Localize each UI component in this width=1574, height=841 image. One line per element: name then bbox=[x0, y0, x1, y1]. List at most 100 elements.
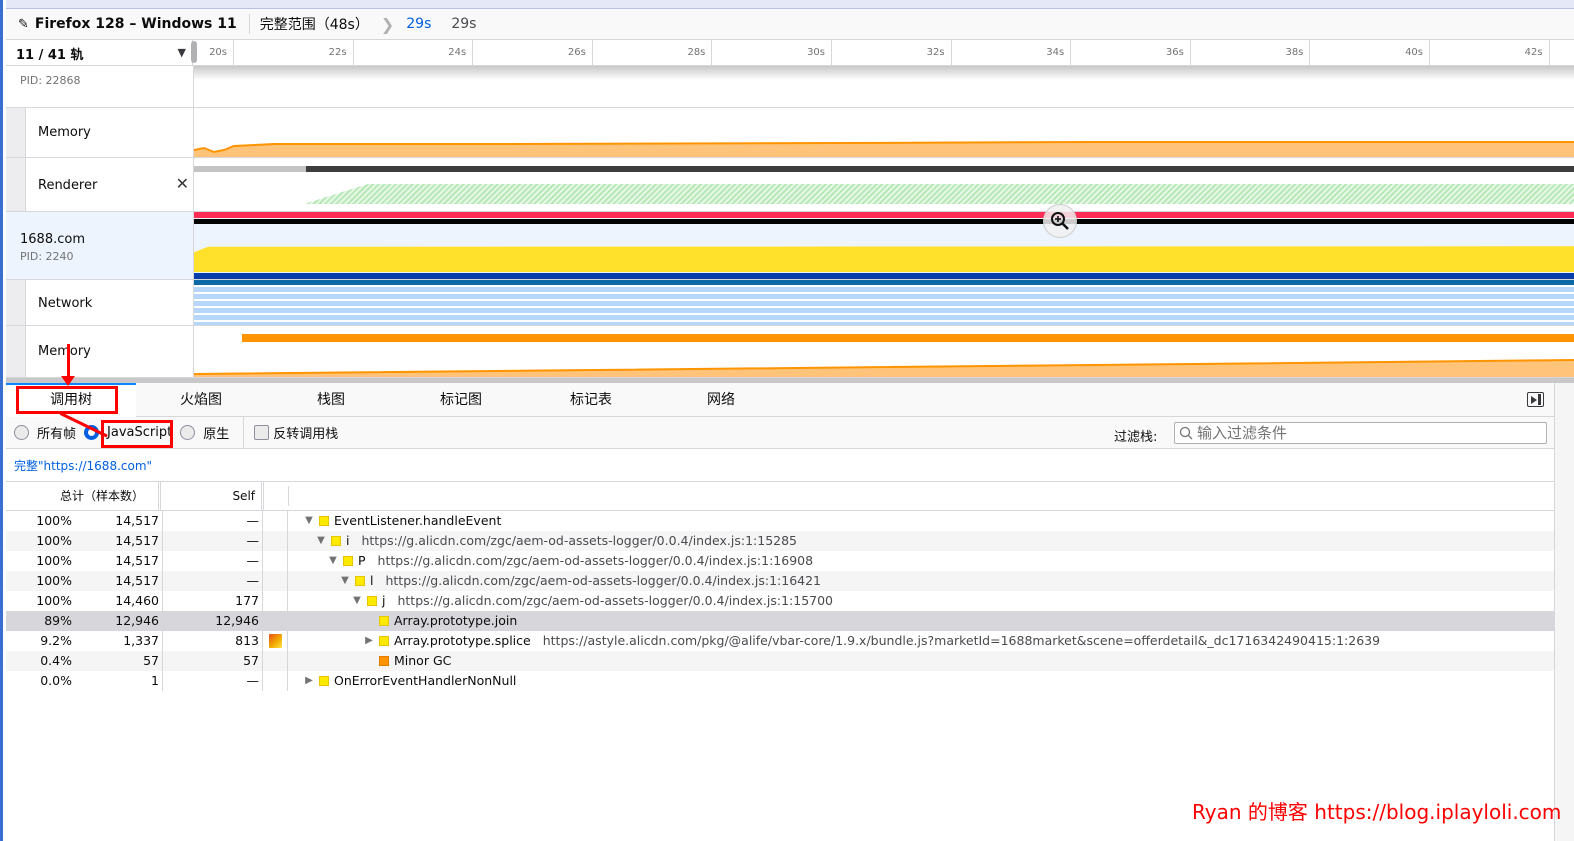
call-tree-row[interactable]: 0.4% 57 57 Minor GC bbox=[6, 651, 1554, 671]
collapsed-triangle-icon[interactable]: ▶ bbox=[303, 671, 315, 691]
filter-stack-field[interactable] bbox=[1174, 422, 1547, 444]
renderer-graph[interactable] bbox=[194, 158, 1574, 211]
self-samples: 813 bbox=[162, 631, 259, 651]
tab-network[interactable]: 网络 bbox=[656, 383, 786, 417]
track-network[interactable]: Network bbox=[6, 280, 1574, 326]
category-swatch-icon bbox=[331, 536, 341, 546]
function-url: https://g.alicdn.com/zgc/aem-od-assets-l… bbox=[397, 593, 834, 608]
renderer-idle-bar bbox=[194, 166, 306, 172]
call-tree-row[interactable]: 9.2% 1,337 813 ▶ Array.prototype.splice https… bbox=[6, 631, 1554, 651]
call-tree-row[interactable]: 89% 12,946 12,946 Array.prototype.join bbox=[6, 611, 1554, 631]
function-name: j bbox=[382, 593, 386, 608]
column-total: 总计（样本数） bbox=[6, 482, 161, 510]
track-renderer[interactable]: Renderer ✕ bbox=[6, 158, 1574, 212]
call-tree-settings: 所有帧 JavaScript 原生 反转调用栈 过滤栈: bbox=[6, 416, 1554, 449]
js-activity-area bbox=[194, 246, 1574, 272]
category-swatch-icon bbox=[355, 576, 365, 586]
total-samples: 1 bbox=[151, 673, 159, 688]
icon-cell bbox=[262, 531, 288, 551]
track-label[interactable]: 1688.com PID: 2240 bbox=[6, 212, 194, 279]
tab-stack-chart[interactable]: 栈图 bbox=[266, 383, 396, 417]
track-indent bbox=[6, 280, 26, 325]
profile-name-button[interactable]: ✎ Firefox 128 – Windows 11 bbox=[6, 14, 250, 34]
sidebar-toggle-button[interactable] bbox=[1527, 392, 1544, 407]
invert-call-stack-checkbox[interactable]: 反转调用栈 bbox=[254, 423, 338, 442]
column-self: Self bbox=[164, 482, 264, 510]
time-tick: 24s bbox=[413, 40, 474, 66]
memory-graph[interactable] bbox=[194, 108, 1574, 157]
tab-flame-graph[interactable]: 火焰图 bbox=[136, 383, 266, 417]
total-percent: 100% bbox=[36, 553, 72, 568]
track-label[interactable]: GPU Process PID: 22868 bbox=[6, 66, 194, 107]
radio-circle[interactable] bbox=[180, 425, 196, 440]
self-samples: 12,946 bbox=[162, 611, 259, 631]
filter-label: 过滤栈: bbox=[1114, 430, 1158, 445]
function-name: i bbox=[346, 533, 350, 548]
close-icon[interactable]: ✕ bbox=[176, 174, 189, 193]
track-name: Network bbox=[38, 296, 93, 311]
function-cell: ▶ Array.prototype.splice https://astyle.al… bbox=[289, 631, 1380, 651]
radio-native[interactable]: 原生 bbox=[180, 423, 229, 442]
function-url: https://g.alicdn.com/zgc/aem-od-assets-l… bbox=[361, 533, 798, 548]
expanded-triangle-icon[interactable]: ▼ bbox=[351, 591, 363, 611]
icon-cell bbox=[262, 671, 288, 691]
function-name: Array.prototype.splice bbox=[394, 633, 531, 648]
breadcrumb-full-range[interactable]: 完整范围（48s） bbox=[250, 14, 379, 34]
icon-cell bbox=[262, 651, 288, 671]
network-graph[interactable] bbox=[194, 280, 1574, 325]
track-name: 1688.com bbox=[20, 232, 85, 247]
call-tree-breadcrumb[interactable]: 完整"https://1688.com" bbox=[14, 457, 152, 474]
expanded-triangle-icon[interactable]: ▼ bbox=[315, 531, 327, 551]
self-samples: — bbox=[162, 551, 259, 571]
radio-circle[interactable] bbox=[14, 425, 29, 440]
track-label[interactable]: Memory bbox=[26, 108, 194, 157]
sidebar-open-icon bbox=[1531, 395, 1537, 404]
track-name: GPU Process bbox=[20, 66, 101, 69]
radio-all-frames[interactable]: 所有帧 bbox=[14, 423, 76, 442]
magnifier-plus-icon bbox=[1051, 212, 1069, 230]
call-tree-row[interactable]: 100% 14,517— ▼ EventListener.handleEvent bbox=[6, 511, 1554, 531]
function-cell: ▼ j https://g.alicdn.com/zgc/aem-od-assets… bbox=[289, 591, 833, 611]
details-panel: 调用树 火焰图 栈图 标记图 标记表 网络 所有帧 JavaScript 原生 bbox=[6, 383, 1554, 841]
function-url: https://astyle.alicdn.com/pkg/@alife/vba… bbox=[542, 633, 1381, 648]
track-label[interactable]: Network bbox=[26, 280, 194, 325]
tab-marker-table[interactable]: 标记表 bbox=[526, 383, 656, 417]
call-tree-row[interactable]: 100% 14,460 177 ▼ j https://g.alicdn.com/zgc/… bbox=[6, 591, 1554, 611]
memory-graph-2[interactable] bbox=[194, 326, 1574, 377]
annotation-arrow-line bbox=[67, 344, 70, 378]
track-memory-2[interactable]: Memory bbox=[6, 326, 1574, 378]
search-icon bbox=[1179, 426, 1193, 440]
filter-stack-input[interactable] bbox=[1197, 424, 1537, 442]
call-tree-header: 总计（样本数） Self bbox=[6, 481, 1554, 511]
track-1688-com[interactable]: 1688.com PID: 2240 bbox=[6, 212, 1574, 280]
total-percent: 100% bbox=[36, 573, 72, 588]
breadcrumb-range-29s[interactable]: 29s bbox=[396, 16, 441, 32]
track-memory[interactable]: Memory bbox=[6, 108, 1574, 158]
total-samples: 14,517 bbox=[115, 553, 159, 568]
call-tree-row[interactable]: 100% 14,517— ▼ l https://g.alicdn.com/zgc/ae… bbox=[6, 571, 1554, 591]
collapsed-triangle-icon[interactable]: ▶ bbox=[363, 631, 375, 651]
timeline-shadow bbox=[194, 66, 1574, 80]
track-pid: PID: 2240 bbox=[20, 250, 74, 263]
call-tree-row[interactable]: 100% 14,517— ▼ Phttps://g.alicdn.com/zgc/ae… bbox=[6, 551, 1554, 571]
time-tick: 34s bbox=[1011, 40, 1072, 66]
time-tick: 36s bbox=[1131, 40, 1191, 66]
memory-graph-svg bbox=[194, 141, 1574, 157]
expanded-triangle-icon[interactable]: ▼ bbox=[303, 511, 315, 531]
track-label[interactable]: Memory bbox=[26, 326, 194, 377]
memory-marker-bar bbox=[242, 334, 1574, 342]
tab-marker-chart[interactable]: 标记图 bbox=[396, 383, 526, 417]
category-swatch-icon bbox=[379, 616, 389, 626]
activity-graph[interactable] bbox=[194, 212, 1574, 279]
profiler-window: ✎ Firefox 128 – Windows 11 完整范围（48s） ❯ 2… bbox=[0, 0, 1574, 841]
expanded-triangle-icon[interactable]: ▼ bbox=[327, 551, 339, 571]
checkbox[interactable] bbox=[254, 425, 270, 440]
zoom-selection-button[interactable] bbox=[1043, 204, 1077, 238]
call-tree-row[interactable]: 0.0% 1— ▶ OnErrorEventHandlerNonNull bbox=[6, 671, 1554, 691]
track-label[interactable]: Renderer ✕ bbox=[26, 158, 194, 211]
call-tree-row[interactable]: 100% 14,517— ▼ i https://g.alicdn.com/zgc/ae… bbox=[6, 531, 1554, 551]
function-name: Array.prototype.join bbox=[394, 613, 518, 628]
track-indent bbox=[6, 158, 26, 211]
expanded-triangle-icon[interactable]: ▼ bbox=[339, 571, 351, 591]
track-count-dropdown[interactable]: 11 / 41 轨 ▼ bbox=[6, 40, 193, 66]
